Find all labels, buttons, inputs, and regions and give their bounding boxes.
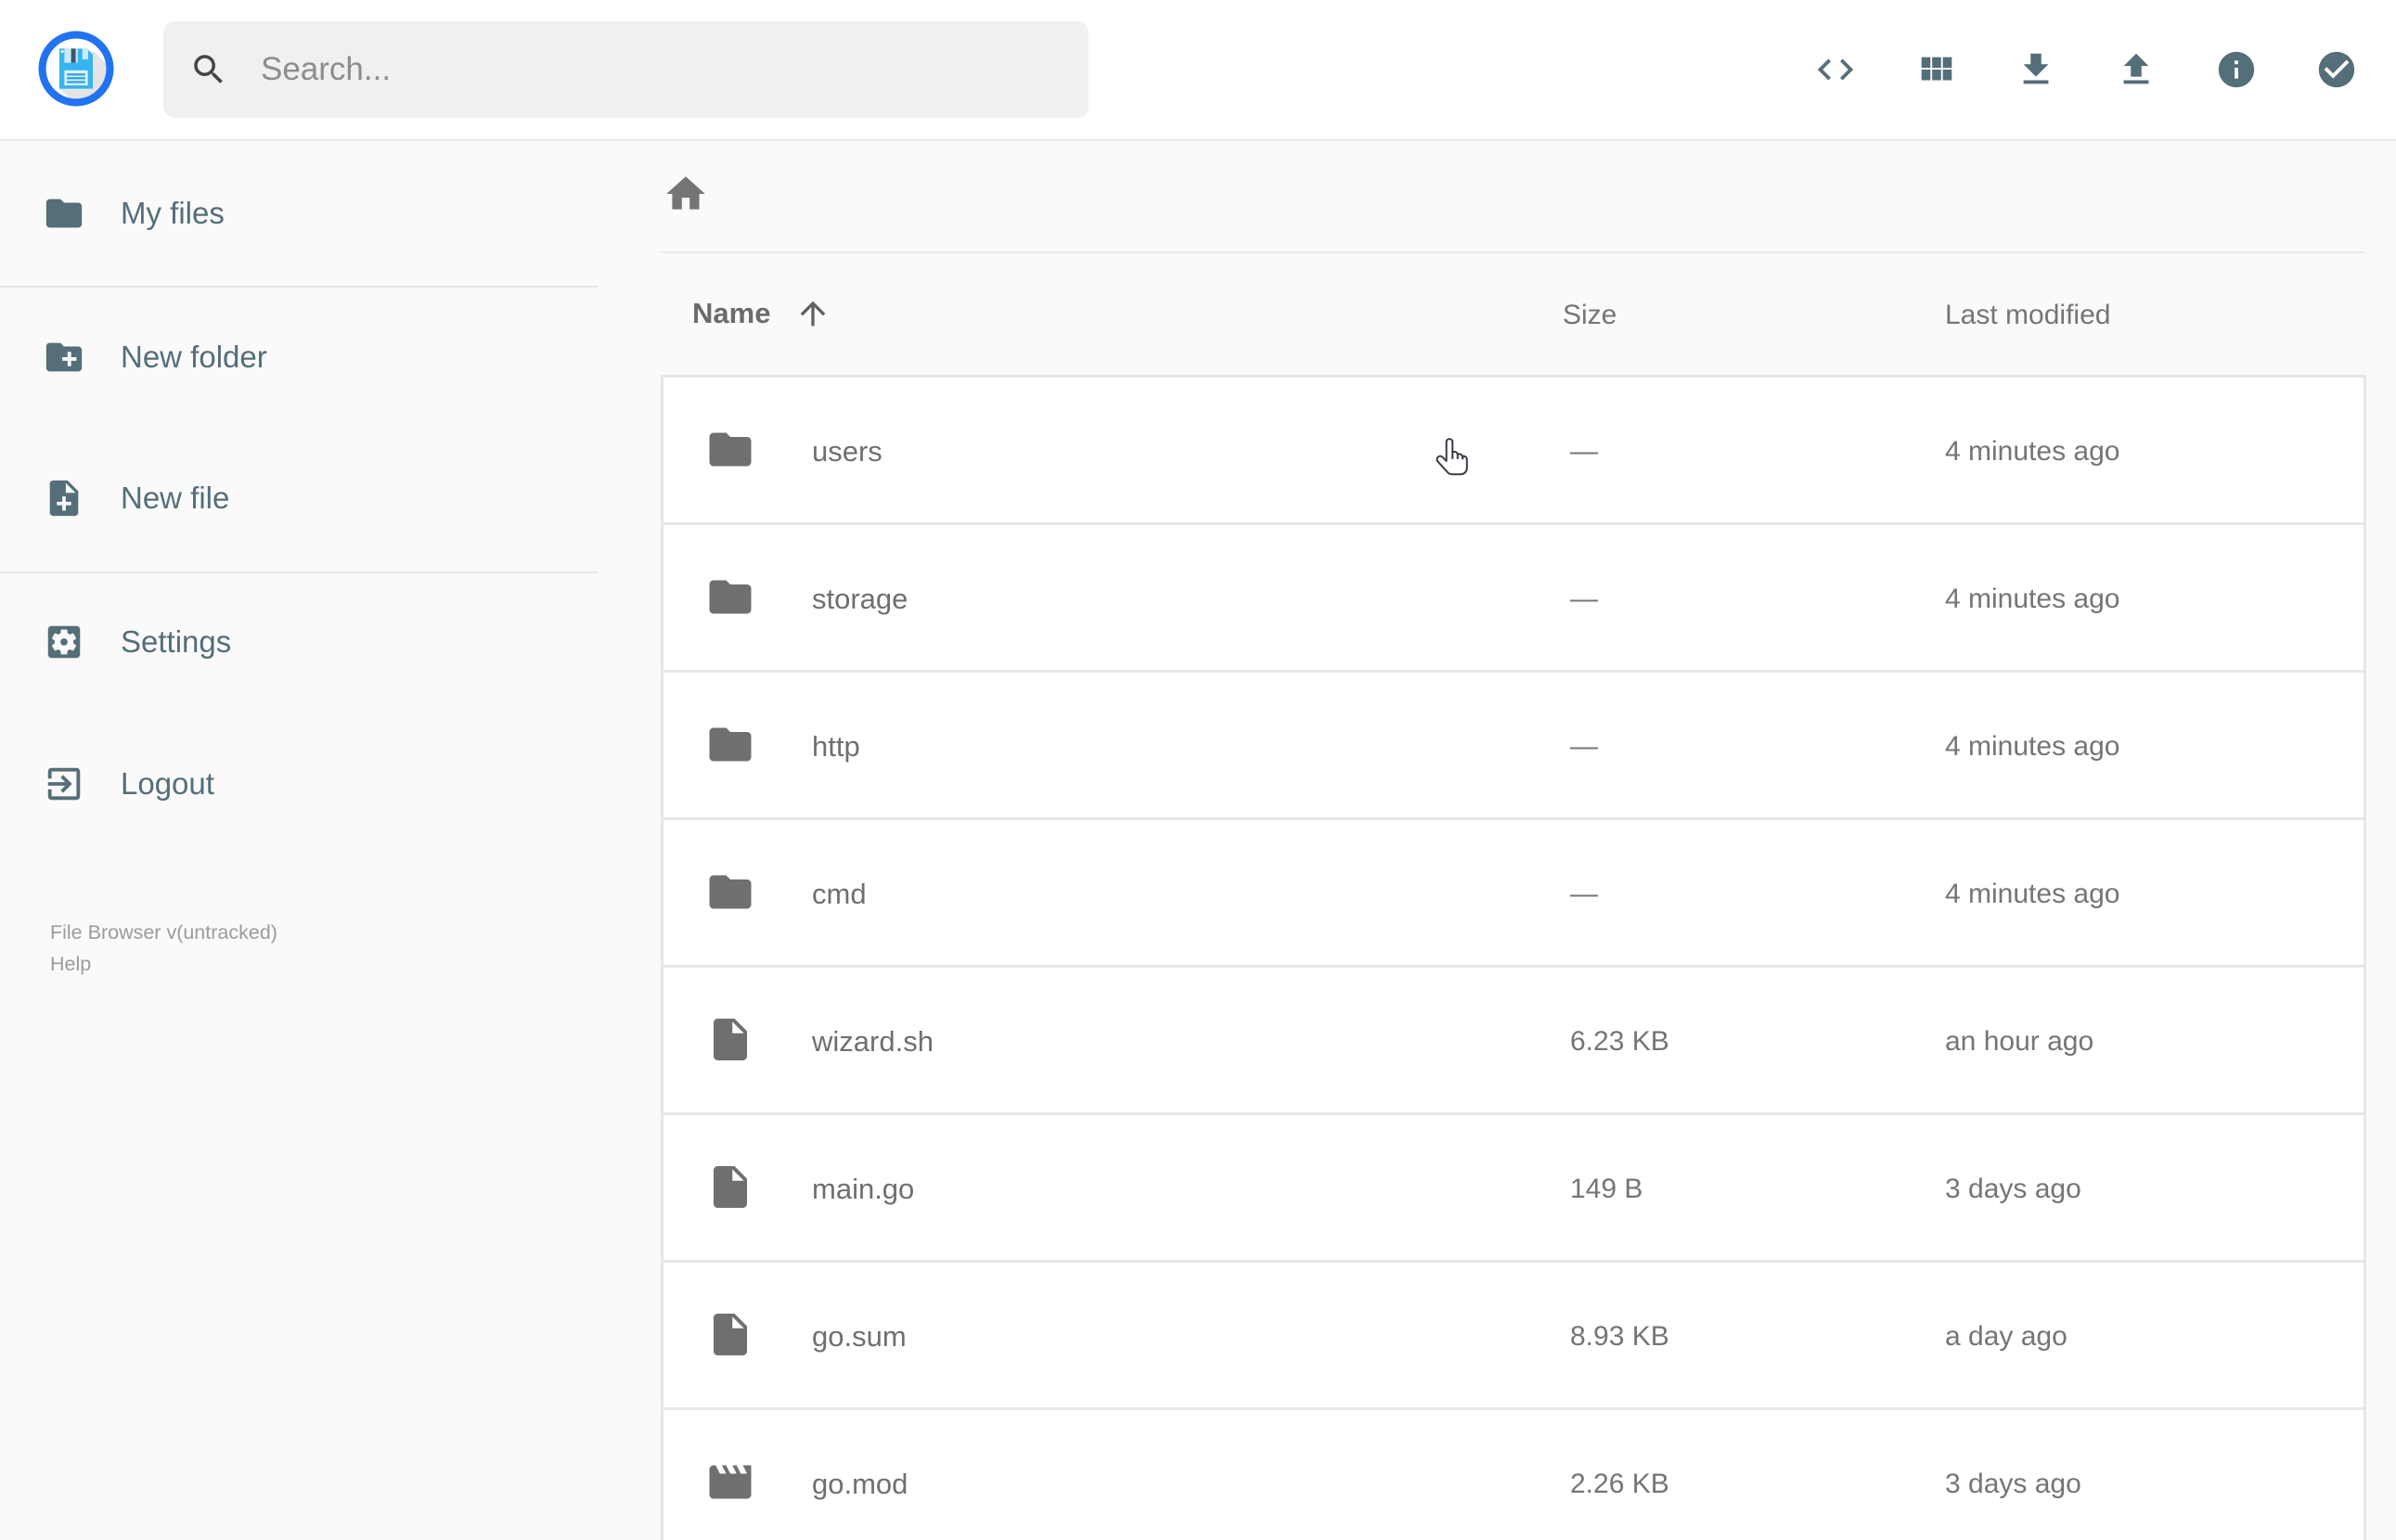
sidebar-divider xyxy=(0,571,598,573)
sort-ascending-arrow-icon xyxy=(801,301,826,327)
file-name: http xyxy=(812,729,860,763)
file-name: wizard.sh xyxy=(812,1024,934,1058)
code-view-icon xyxy=(1817,58,1854,81)
new-file-icon xyxy=(49,480,79,517)
file-name: go.sum xyxy=(812,1319,907,1353)
select-check-icon xyxy=(2318,51,2355,88)
file-row-http[interactable]: http — 4 minutes ago xyxy=(661,670,2366,820)
info-icon xyxy=(2218,51,2255,88)
home-icon xyxy=(666,176,705,210)
file-modified: 4 minutes ago xyxy=(1945,730,2120,762)
top-bar xyxy=(0,0,2396,141)
folder-icon xyxy=(709,727,752,761)
file-row-storage[interactable]: storage — 4 minutes ago xyxy=(661,522,2366,673)
sidebar-item-new-file[interactable]: New file xyxy=(0,452,589,545)
file-name: go.mod xyxy=(812,1467,908,1500)
settings-icon xyxy=(47,625,81,659)
file-modified: 3 days ago xyxy=(1945,1468,2081,1499)
sidebar-item-label: Logout xyxy=(121,766,214,801)
column-header-label: Name xyxy=(692,297,771,329)
file-modified: 4 minutes ago xyxy=(1945,878,2120,909)
file-name: main.go xyxy=(812,1172,915,1205)
version-text: File Browser v(untracked) xyxy=(50,921,277,943)
file-modified: a day ago xyxy=(1945,1320,2068,1352)
column-header-modified[interactable]: Last modified xyxy=(1945,300,2110,331)
file-modified: 4 minutes ago xyxy=(1945,583,2120,614)
grid-view-button[interactable] xyxy=(1914,48,1957,91)
sidebar-item-settings[interactable]: Settings xyxy=(0,596,589,688)
file-listing: users — 4 minutes ago storage — 4 minute… xyxy=(661,375,2366,1540)
raw-code-view-button[interactable] xyxy=(1814,48,1857,91)
create-new-folder-icon xyxy=(45,342,83,372)
folder-icon xyxy=(709,875,752,908)
file-name: storage xyxy=(812,582,908,615)
file-icon xyxy=(714,1313,747,1355)
column-header-size[interactable]: Size xyxy=(1563,300,1617,331)
file-modified: an hour ago xyxy=(1945,1025,2094,1057)
file-size: 8.93 KB xyxy=(1570,1320,1669,1352)
file-name: cmd xyxy=(812,877,867,910)
search-icon xyxy=(194,55,223,83)
sidebar-item-label: New file xyxy=(121,481,230,515)
sidebar-item-label: New folder xyxy=(121,340,267,374)
file-size: — xyxy=(1570,730,1598,762)
file-row-main-go[interactable]: main.go 149 B 3 days ago xyxy=(661,1112,2366,1263)
breadcrumb-divider xyxy=(661,251,2364,253)
sidebar-item-label: Settings xyxy=(121,624,232,659)
upload-button[interactable] xyxy=(2115,48,2158,91)
column-header-name[interactable]: Name xyxy=(692,295,831,332)
file-size: — xyxy=(1570,878,1598,909)
select-multiple-button[interactable] xyxy=(2315,48,2358,91)
folder-icon xyxy=(45,199,83,228)
search-box xyxy=(163,21,1089,118)
file-size: 149 B xyxy=(1570,1173,1643,1204)
file-row-go-mod[interactable]: go.mod 2.26 KB 3 days ago xyxy=(661,1407,2366,1540)
logout-icon xyxy=(47,767,81,801)
file-icon xyxy=(714,1018,747,1060)
sidebar-footer: File Browser v(untracked) Help xyxy=(50,917,277,980)
file-size: 2.26 KB xyxy=(1570,1468,1669,1499)
top-actions xyxy=(1814,0,2358,139)
sidebar-divider xyxy=(0,286,598,288)
file-row-cmd[interactable]: cmd — 4 minutes ago xyxy=(661,817,2366,968)
help-link[interactable]: Help xyxy=(50,948,277,980)
search-input[interactable] xyxy=(261,21,1068,118)
download-icon xyxy=(2023,53,2049,84)
download-button[interactable] xyxy=(2015,48,2057,91)
file-size: — xyxy=(1570,583,1598,614)
sidebar-item-label: My files xyxy=(121,196,225,230)
folder-icon xyxy=(709,580,752,613)
file-icon xyxy=(714,1165,747,1208)
file-row-wizard-sh[interactable]: wizard.sh 6.23 KB an hour ago xyxy=(661,965,2366,1115)
sidebar-item-logout[interactable]: Logout xyxy=(0,738,589,830)
sidebar-item-new-folder[interactable]: New folder xyxy=(0,311,589,404)
file-modified: 3 days ago xyxy=(1945,1173,2081,1204)
file-size: 6.23 KB xyxy=(1570,1025,1669,1057)
movie-icon xyxy=(709,1465,752,1498)
sidebar-item-my-files[interactable]: My files xyxy=(0,167,589,260)
breadcrumb-home-button[interactable] xyxy=(663,171,709,217)
file-row-go-sum[interactable]: go.sum 8.93 KB a day ago xyxy=(661,1260,2366,1410)
file-modified: 4 minutes ago xyxy=(1945,435,2120,467)
file-name: users xyxy=(812,434,882,468)
file-size: — xyxy=(1570,435,1598,467)
upload-icon xyxy=(2123,53,2149,84)
info-button[interactable] xyxy=(2215,48,2258,91)
file-row-users[interactable]: users — 4 minutes ago xyxy=(661,375,2366,525)
file-browser-logo[interactable] xyxy=(34,27,118,110)
grid-view-icon xyxy=(1921,57,1952,81)
floppy-disk-logo-icon xyxy=(38,31,114,107)
folder-icon xyxy=(709,432,752,466)
